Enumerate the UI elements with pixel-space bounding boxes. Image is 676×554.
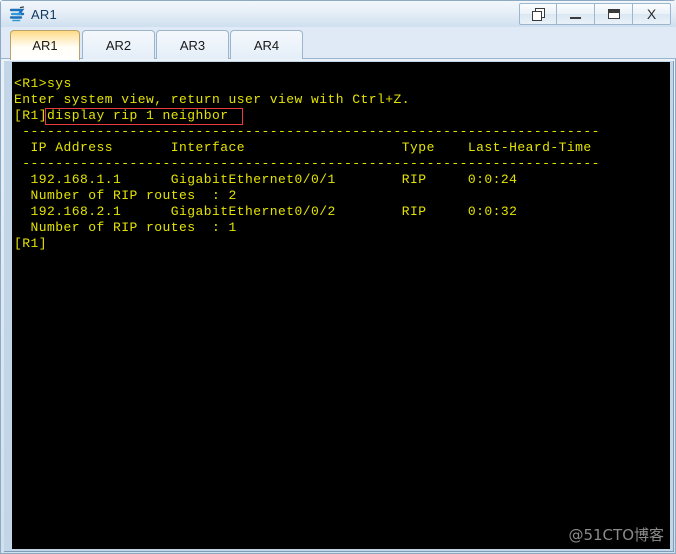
restore-button[interactable]	[519, 3, 557, 25]
terminal-line: Enter system view, return user view with…	[14, 92, 411, 107]
terminal-line: <R1>sys	[14, 76, 72, 91]
window-controls: X	[519, 3, 671, 25]
tab-label: AR4	[253, 37, 280, 53]
minimize-icon	[570, 16, 581, 19]
terminal-line: Number of RIP routes : 1	[14, 220, 237, 235]
tab-label: AR3	[179, 37, 206, 53]
close-button[interactable]: X	[633, 3, 671, 25]
tab-ar2[interactable]: AR2	[82, 30, 155, 59]
tab-ar3[interactable]: AR3	[156, 30, 229, 59]
tab-strip: AR1 AR2 AR3 AR4	[1, 27, 676, 60]
terminal-line: ----------------------------------------…	[14, 124, 600, 139]
tab-label: AR1	[32, 38, 58, 53]
terminal-output[interactable]: <R1>sys Enter system view, return user v…	[12, 62, 670, 549]
terminal-line: 192.168.2.1 GigabitEthernet0/0/2 RIP 0:0…	[14, 204, 518, 219]
router-icon	[9, 6, 25, 22]
tab-ar4[interactable]: AR4	[230, 30, 303, 59]
minimize-button[interactable]	[557, 3, 595, 25]
terminal-line: 192.168.1.1 GigabitEthernet0/0/1 RIP 0:0…	[14, 172, 518, 187]
terminal-line: IP Address Interface Type Last-Heard-Tim…	[14, 140, 592, 155]
router-cli-window: AR1 X AR1 AR2 AR3 AR4 <R1>sys Enter syst…	[0, 0, 676, 554]
maximize-icon	[607, 9, 620, 19]
window-title: AR1	[31, 6, 57, 22]
tab-ar1[interactable]: AR1	[10, 30, 80, 60]
terminal-line: ----------------------------------------…	[14, 156, 600, 171]
close-icon: X	[646, 6, 657, 22]
terminal-frame: <R1>sys Enter system view, return user v…	[4, 61, 674, 552]
restore-icon	[531, 8, 545, 21]
watermark: @51CTO博客	[568, 526, 664, 544]
tab-label: AR2	[105, 37, 132, 53]
terminal-line: [R1]	[14, 236, 48, 251]
title-bar: AR1 X	[1, 1, 676, 27]
terminal-line: Number of RIP routes : 2	[14, 188, 237, 203]
terminal-line: [R1]display rip 1 neighbor	[14, 108, 229, 123]
maximize-button[interactable]	[595, 3, 633, 25]
